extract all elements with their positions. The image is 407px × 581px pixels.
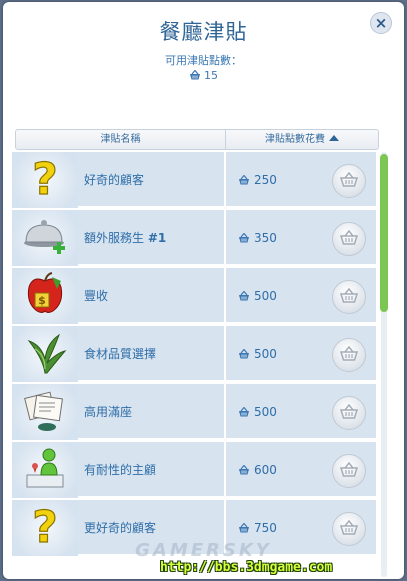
perk-name: 豐收	[84, 289, 109, 303]
perk-name: 食材品質選擇	[84, 347, 157, 361]
basket-icon	[339, 171, 359, 191]
scrollbar[interactable]	[378, 152, 390, 577]
row-divider	[224, 268, 226, 324]
watermark: GAMERSKY	[135, 540, 272, 561]
perk-name: 高用滿座	[84, 405, 133, 419]
row-divider	[224, 326, 226, 382]
basket-icon	[238, 385, 250, 441]
perk-cost-value: 250	[254, 173, 277, 187]
perk-name: 有耐性的主顧	[84, 463, 157, 477]
site-url: http://bbs.3dmgame.com	[160, 560, 333, 575]
buy-perk-button[interactable]	[332, 454, 366, 488]
buy-perk-button[interactable]	[332, 338, 366, 372]
column-header-name[interactable]: 津貼名稱	[16, 130, 226, 149]
row-divider	[224, 384, 226, 440]
available-points-value: 15	[204, 69, 218, 82]
perk-row[interactable]: 額外服務生 #1 350	[12, 210, 376, 266]
perk-icon-box	[12, 384, 78, 440]
perk-icon-box	[12, 326, 78, 382]
perk-cost-value: 500	[254, 405, 277, 419]
basket-icon	[339, 345, 359, 365]
perk-cost: 500	[238, 384, 277, 441]
basket-icon	[238, 269, 250, 325]
perk-row[interactable]: $ 豐收 500	[12, 268, 376, 324]
perk-row[interactable]: 食材品質選擇 500	[12, 326, 376, 382]
leafy-greens-icon	[21, 329, 69, 379]
column-header-cost[interactable]: 津貼點數花費	[226, 130, 378, 149]
perk-table-header: 津貼名稱 津貼點數花費	[15, 129, 379, 150]
buy-perk-button[interactable]	[332, 280, 366, 314]
buy-perk-button[interactable]	[332, 222, 366, 256]
available-points: 15	[3, 69, 404, 83]
buy-perk-button[interactable]	[332, 396, 366, 430]
patient-customer-icon	[21, 445, 69, 495]
row-divider	[224, 442, 226, 498]
perk-cost: 250	[238, 152, 277, 209]
basket-icon	[238, 443, 250, 499]
perk-icon-box: ?	[12, 152, 78, 208]
question-mark-icon: ?	[23, 153, 67, 206]
scroll-thumb[interactable]	[380, 154, 388, 312]
row-divider	[224, 210, 226, 266]
perk-cost: 350	[238, 210, 277, 267]
perk-name: 額外服務生 #1	[84, 231, 167, 245]
svg-text:?: ?	[32, 154, 58, 202]
basket-icon	[238, 327, 250, 383]
perk-cost: 500	[238, 268, 277, 325]
dialog-title: 餐廳津貼	[159, 20, 248, 44]
perk-row[interactable]: 高用滿座 500	[12, 384, 376, 440]
basket-icon	[339, 287, 359, 307]
perk-icon-box	[12, 210, 78, 266]
basket-icon	[238, 211, 250, 267]
basket-icon	[339, 229, 359, 249]
sort-ascending-icon	[329, 135, 339, 141]
menu-papers-icon	[21, 387, 69, 437]
perk-row[interactable]: ? 好奇的顧客 250	[12, 152, 376, 208]
perk-cost-value: 750	[254, 521, 277, 535]
perk-icon-box	[12, 442, 78, 498]
perk-cost-value: 500	[254, 289, 277, 303]
basket-icon	[339, 519, 359, 539]
perk-cost-value: 600	[254, 463, 277, 477]
perk-cost: 600	[238, 442, 277, 499]
perk-icon-box: $	[12, 268, 78, 324]
column-header-cost-label: 津貼點數花費	[265, 134, 325, 145]
basket-icon	[189, 69, 201, 83]
perk-list[interactable]: ? 好奇的顧客 250 額外服務生 #1 350 $ 豐收 500 食材品質選擇 500 高用滿座 5…	[12, 152, 376, 577]
basket-icon	[238, 153, 250, 209]
buy-perk-button[interactable]	[332, 164, 366, 198]
perk-cost: 500	[238, 326, 277, 383]
basket-icon	[339, 461, 359, 481]
basket-icon	[339, 403, 359, 423]
serving-cloche-plus-icon	[20, 213, 70, 263]
perk-name: 好奇的顧客	[84, 173, 145, 187]
perk-cost-value: 500	[254, 347, 277, 361]
apple-money-icon: $	[23, 271, 67, 321]
available-points-label: 可用津貼點數：	[165, 54, 242, 67]
svg-text:$: $	[38, 294, 46, 307]
perk-cost-value: 350	[254, 231, 277, 245]
perk-row[interactable]: 有耐性的主顧 600	[12, 442, 376, 498]
row-divider	[224, 152, 226, 208]
